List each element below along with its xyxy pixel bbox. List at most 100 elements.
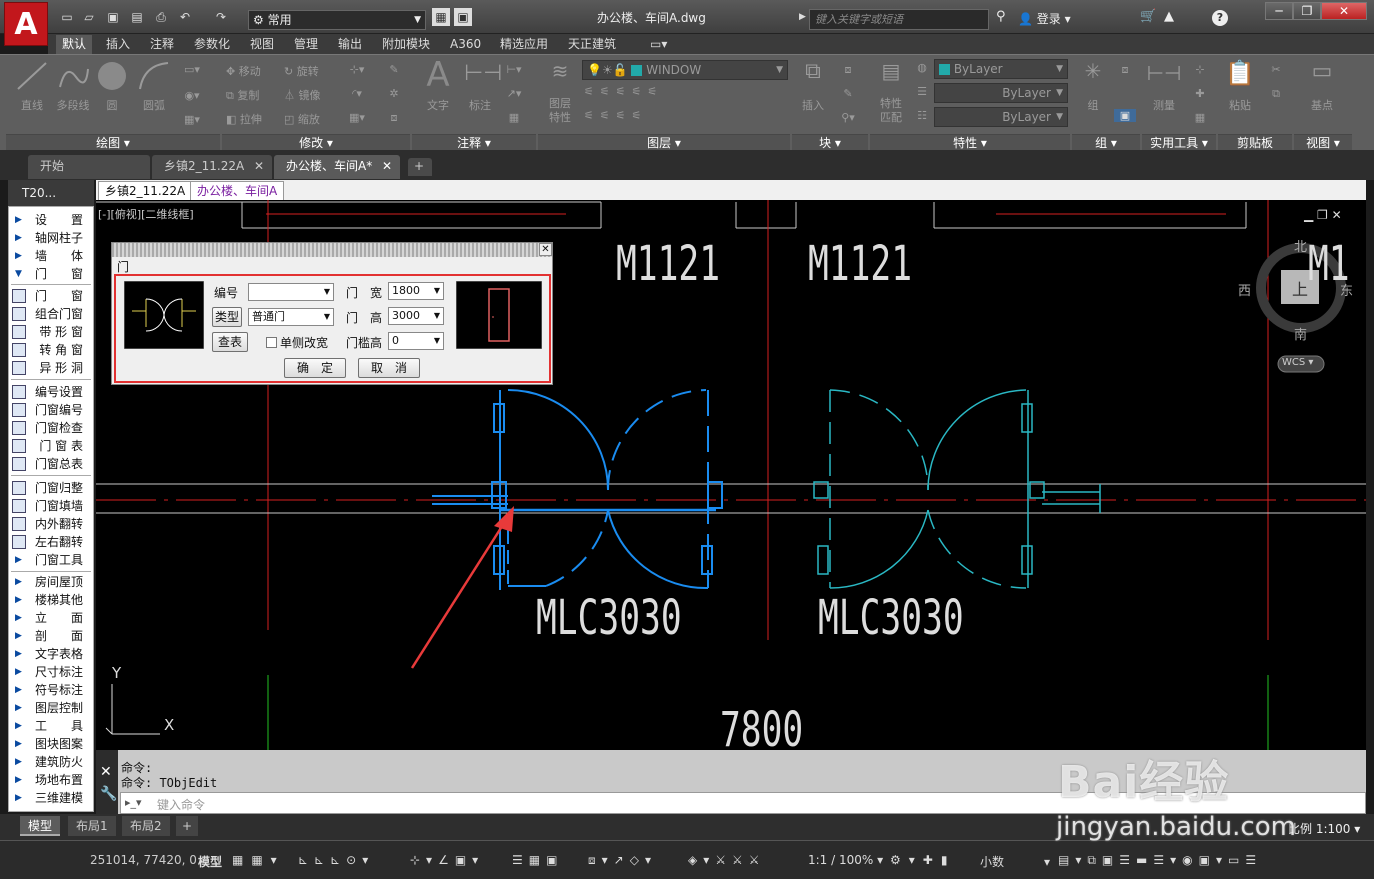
cancel-button[interactable]: 取 消 bbox=[358, 358, 420, 378]
app-logo[interactable]: A bbox=[4, 2, 48, 46]
t20-item-site[interactable]: ▶ 场地布置 bbox=[9, 771, 93, 789]
tab-a360[interactable]: A360 bbox=[444, 35, 487, 54]
t20-item-irregular-hole[interactable]: 异 形 洞 bbox=[9, 359, 93, 377]
t20-item-room-roof[interactable]: ▶ 房间屋顶 bbox=[9, 573, 93, 591]
type-select[interactable]: 普通门 ▼ bbox=[248, 308, 334, 326]
linetype-select[interactable]: ByLayer ▼ bbox=[934, 83, 1068, 103]
layout-tab-1[interactable]: 布局1 bbox=[68, 816, 116, 836]
dialog-close-icon[interactable]: ✕ bbox=[539, 243, 552, 256]
t20-item-flip-lr[interactable]: 左右翻转 bbox=[9, 533, 93, 551]
close-icon[interactable]: ✕ bbox=[382, 155, 392, 177]
tab-featured-apps[interactable]: 精选应用 bbox=[494, 35, 554, 54]
array-icon[interactable]: ▦▾ bbox=[342, 111, 372, 124]
t20-item-symbol[interactable]: ▶ 符号标注 bbox=[9, 681, 93, 699]
panel-group[interactable]: 组 ▾ bbox=[1072, 134, 1140, 151]
offset-icon[interactable]: ⧈ bbox=[384, 111, 404, 125]
rectangle-icon[interactable]: ▭▾ bbox=[180, 63, 204, 76]
search-input[interactable]: 键入关键字或短语 bbox=[809, 9, 989, 30]
tab-manage[interactable]: 管理 bbox=[288, 35, 324, 54]
tab-view[interactable]: 视图 bbox=[244, 35, 280, 54]
t20-item-fire[interactable]: ▶ 建筑防火 bbox=[9, 753, 93, 771]
scale-button[interactable]: ◰ 缩放 bbox=[284, 111, 332, 127]
compass-west[interactable]: 西 bbox=[1238, 280, 1251, 299]
t20-item-text-table[interactable]: ▶ 文字表格 bbox=[9, 645, 93, 663]
id-point-icon[interactable]: ⊹ bbox=[1190, 63, 1210, 76]
lineweight-icons[interactable]: ☰▦▣ bbox=[512, 853, 563, 867]
help-icon[interactable]: ? bbox=[1212, 10, 1228, 26]
minimize-button[interactable]: ─ bbox=[1265, 2, 1293, 20]
t20-item-fill-wall[interactable]: 门窗填墙 bbox=[9, 497, 93, 515]
select-icon[interactable]: ▦ bbox=[1190, 111, 1210, 124]
paste-icon[interactable]: 📋 bbox=[1222, 59, 1258, 87]
lineweight-icon[interactable]: ☰ bbox=[912, 85, 932, 98]
circle-icon[interactable] bbox=[95, 59, 129, 93]
compass-south[interactable]: 南 bbox=[1294, 324, 1307, 343]
tray-icons[interactable]: ▤▾⧉▣☰▬☰▾◉▣▾▭☰ bbox=[1058, 853, 1262, 868]
tab-default[interactable]: 默认 bbox=[56, 35, 93, 54]
panel-modify[interactable]: 修改 ▾ bbox=[222, 134, 410, 151]
model-space-button[interactable]: 模型 bbox=[198, 853, 222, 870]
grid-snap-icons[interactable]: ▦▦▾ bbox=[232, 853, 285, 867]
add-layout-button[interactable]: + bbox=[176, 816, 199, 836]
anno-icons[interactable]: ◈▾⚔⚔⚔ bbox=[688, 853, 766, 867]
autodesk360-icon[interactable]: ▲ bbox=[1164, 9, 1174, 24]
plot-icon[interactable]: ▣ bbox=[454, 8, 472, 26]
t20-item-stairs[interactable]: ▶ 楼梯其他 bbox=[9, 591, 93, 609]
close-button[interactable]: ✕ bbox=[1321, 2, 1367, 20]
t20-item-3d[interactable]: ▶ 三维建模 bbox=[9, 789, 93, 807]
t20-item-doorwin-check[interactable]: 门窗检查 bbox=[9, 419, 93, 437]
restore-button[interactable]: ❐ bbox=[1293, 2, 1321, 20]
layer-select[interactable]: 💡☀🔓 WINDOW ▼ bbox=[582, 60, 788, 80]
compass-north[interactable]: 北 bbox=[1294, 236, 1307, 255]
layout-tab-model[interactable]: 模型 bbox=[20, 816, 61, 836]
t20-item-layer-control[interactable]: ▶ 图层控制 bbox=[9, 699, 93, 717]
t20-item-elevation[interactable]: ▶ 立 面 bbox=[9, 609, 93, 627]
tab-insert[interactable]: 插入 bbox=[100, 35, 136, 54]
explode-icon[interactable]: ✲ bbox=[384, 87, 404, 100]
copy-button[interactable]: ⧉ 复制 bbox=[226, 87, 274, 103]
width-select[interactable]: 1800 ▼ bbox=[388, 282, 444, 300]
rotate-button[interactable]: ↻ 旋转 bbox=[284, 63, 332, 79]
lookup-button[interactable]: 查表 bbox=[212, 332, 248, 352]
ribbon-toggle-icon[interactable]: ▭▾ bbox=[644, 35, 673, 54]
t20-item-section[interactable]: ▶ 剖 面 bbox=[9, 627, 93, 645]
tab-output[interactable]: 输出 bbox=[332, 35, 368, 54]
height-select[interactable]: 3000 ▼ bbox=[388, 307, 444, 325]
close-icon[interactable]: ✕ bbox=[254, 155, 264, 177]
annotation-scale[interactable]: 比例 1:100 ▾ bbox=[1288, 820, 1360, 837]
tab-parametric[interactable]: 参数化 bbox=[188, 35, 236, 54]
print-icon[interactable]: ⎙ bbox=[152, 8, 170, 26]
trim-icon[interactable]: ⊹▾ bbox=[342, 63, 372, 76]
workspace-icons[interactable]: ⚙▾✚▮ bbox=[890, 853, 955, 867]
t20-item-tools[interactable]: ▶ 工 具 bbox=[9, 717, 93, 735]
sill-select[interactable]: 0 ▼ bbox=[388, 332, 444, 350]
line-icon[interactable] bbox=[14, 59, 50, 93]
t20-item-wall[interactable]: ▶ 墙 体 bbox=[9, 247, 93, 265]
erase-icon[interactable]: ✎ bbox=[384, 63, 404, 76]
t20-item-door-window[interactable]: 门 窗 bbox=[9, 287, 93, 305]
move-button[interactable]: ✥ 移动 bbox=[226, 63, 274, 79]
polyline-icon[interactable] bbox=[56, 59, 92, 93]
calc-icon[interactable]: ✚ bbox=[1190, 87, 1210, 100]
group-select-icon[interactable]: ▣ bbox=[1114, 109, 1136, 122]
number-select[interactable]: ▼ bbox=[248, 283, 334, 301]
table-icon[interactable]: ▦ bbox=[502, 111, 526, 124]
t20-item-doorwin-summary[interactable]: 门窗总表 bbox=[9, 455, 93, 473]
insert-block-icon[interactable]: ⧉ bbox=[796, 59, 830, 84]
type-button[interactable]: 类型 bbox=[212, 307, 242, 327]
share-icon[interactable]: ▦ bbox=[432, 8, 450, 26]
multileader-icon[interactable]: ↗▾ bbox=[502, 87, 526, 100]
layer-tools-row2[interactable]: ⚟⚟⚟⚟ bbox=[584, 109, 704, 122]
scale-select[interactable]: 1:1 / 100% ▾ bbox=[808, 853, 883, 867]
edit-block-icon[interactable]: ✎ bbox=[836, 87, 860, 100]
new-tab-button[interactable]: + bbox=[408, 158, 432, 176]
t20-item-strip-window[interactable]: 带 形 窗 bbox=[9, 323, 93, 341]
coordinates[interactable]: 251014, 77420, 0 bbox=[90, 853, 197, 867]
wrench-icon[interactable]: 🔧 bbox=[100, 786, 117, 802]
mirror-button[interactable]: ⏃ 镜像 bbox=[284, 87, 332, 103]
create-block-icon[interactable]: ⧈ bbox=[836, 63, 860, 77]
tab-addins[interactable]: 附加模块 bbox=[376, 35, 436, 54]
door-preview-icon[interactable] bbox=[124, 281, 204, 349]
tab-tangent[interactable]: 天正建筑 bbox=[562, 35, 622, 54]
t20-item-doorwin-number[interactable]: 门窗编号 bbox=[9, 401, 93, 419]
